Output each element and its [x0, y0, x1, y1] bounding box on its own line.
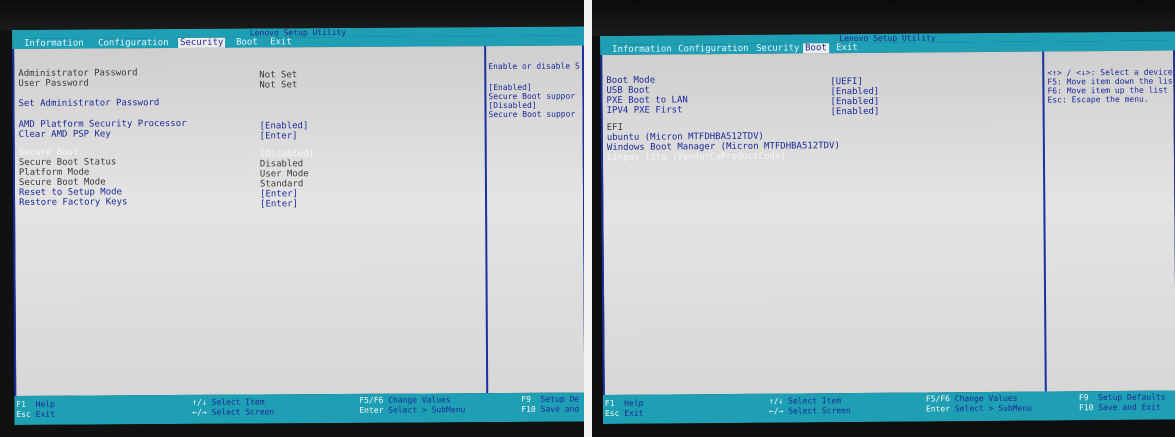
footer-select-item: ↑/↓ Select Item — [192, 397, 265, 407]
secure-boot-mode-label: Secure Boot Mode — [18, 177, 106, 188]
secure-boot-status-value: Disabled — [259, 159, 304, 170]
bios-screen-security: Lenovo Setup Utility Information Configu… — [12, 26, 584, 425]
footer-enter: Enter Select > SubMenu — [925, 403, 1032, 414]
boot-screen-photo: Lenovo Setup Utility Information Configu… — [592, 0, 1175, 437]
admin-password-value: Not Set — [259, 70, 298, 81]
tab-security[interactable]: Security — [178, 37, 226, 48]
platform-mode-label: Platform Mode — [18, 167, 90, 178]
admin-password-label: Administrator Password — [18, 68, 138, 79]
restore-factory-keys-value[interactable]: [Enter] — [260, 199, 298, 209]
set-admin-password-item[interactable]: Set Administrator Password — [18, 98, 159, 109]
amd-psp-value[interactable]: [Enabled] — [260, 121, 309, 131]
restore-factory-keys-item[interactable]: Restore Factory Keys — [19, 197, 127, 208]
help-divider — [1042, 51, 1047, 392]
help-line-4: Esc: Escape the menu. — [1047, 94, 1149, 105]
footer-f9: F9 Setup De — [521, 394, 580, 404]
ipv4-pxe-first-item[interactable]: IPV4 PXE First — [607, 105, 683, 116]
secure-boot-item[interactable]: Secure Boot — [19, 148, 79, 158]
user-password-value: Not Set — [259, 80, 298, 91]
settings-panel: Administrator Password Not Set User Pass… — [12, 45, 584, 396]
reset-to-setup-mode-value[interactable]: [Enter] — [260, 189, 298, 199]
tab-exit[interactable]: Exit — [268, 37, 294, 47]
clear-amd-psp-key-item[interactable]: Clear AMD PSP Key — [19, 129, 111, 140]
reset-to-setup-mode-item[interactable]: Reset to Setup Mode — [19, 187, 122, 198]
footer-f10: F10 Save and — [521, 404, 580, 414]
tab-boot[interactable]: Boot — [803, 43, 829, 54]
usb-boot-value[interactable]: [Enabled] — [830, 87, 879, 97]
help-line-6: Secure Boot suppor — [488, 109, 576, 120]
secure-boot-mode-value: Standard — [259, 179, 304, 190]
security-screen-photo: Lenovo Setup Utility Information Configu… — [0, 0, 584, 437]
bios-screen-boot: Lenovo Setup Utility Information Configu… — [600, 31, 1175, 424]
tab-information[interactable]: Information — [22, 39, 86, 49]
boot-mode-item[interactable]: Boot Mode — [606, 76, 655, 86]
usb-boot-item[interactable]: USB Boot — [606, 86, 649, 96]
tab-exit[interactable]: Exit — [834, 43, 860, 53]
user-password-label: User Password — [18, 78, 89, 89]
key-legend: F1 Help Esc Exit ↑/↓ Select Item ←/→ Sel… — [602, 390, 1175, 424]
laptop-bezel — [592, 0, 1175, 36]
pxe-boot-item[interactable]: PXE Boot to LAN — [606, 95, 687, 106]
tab-boot[interactable]: Boot — [234, 37, 260, 47]
laptop-bezel — [0, 0, 584, 30]
boot-entry-linpus[interactable]: Linpus lite (VendorCoProductCode) — [607, 152, 786, 163]
footer-select-screen: ←/→ Select Screen — [192, 407, 275, 417]
footer-f9: F9 Setup Defaults — [1078, 392, 1166, 403]
amd-psp-item[interactable]: AMD Platform Security Processor — [19, 119, 187, 130]
tab-configuration[interactable]: Configuration — [676, 44, 751, 55]
secure-boot-value[interactable]: [Disabled] — [260, 149, 314, 159]
tab-security[interactable]: Security — [754, 43, 801, 53]
photo-separator — [584, 0, 592, 437]
footer-esc: Esc Exit — [16, 409, 55, 419]
footer-select-screen: ←/→ Select Screen — [768, 406, 851, 416]
platform-mode-value: User Mode — [259, 169, 309, 180]
footer-change-values: F5/F6 Change Values — [359, 395, 451, 405]
footer-f10: F10 Save and Exit — [1078, 402, 1161, 413]
ipv4-pxe-first-value[interactable]: [Enabled] — [831, 107, 880, 117]
help-line-1: Enable or disable S — [488, 61, 580, 72]
footer-esc: Esc Exit — [604, 408, 644, 418]
pxe-boot-value[interactable]: [Enabled] — [830, 97, 879, 107]
footer-f1: F1 Help — [16, 399, 55, 409]
efi-header: EFI — [606, 122, 624, 133]
tab-information[interactable]: Information — [610, 44, 674, 54]
boot-mode-value[interactable]: [UEFI] — [830, 77, 863, 87]
footer-f1: F1 Help — [604, 398, 644, 408]
clear-amd-psp-key-value[interactable]: [Enter] — [260, 131, 298, 141]
secure-boot-status-label: Secure Boot Status — [18, 157, 117, 168]
footer-select-item: ↑/↓ Select Item — [768, 396, 842, 406]
footer-change-values: F5/F6 Change Values — [925, 393, 1018, 404]
tab-configuration[interactable]: Configuration — [96, 38, 171, 48]
settings-panel: Boot Mode [UEFI] USB Boot [Enabled] PXE … — [600, 50, 1175, 395]
footer-enter: Enter Select > SubMenu — [359, 405, 466, 415]
key-legend: F1 Help Esc Exit ↑/↓ Select Item ←/→ Sel… — [14, 392, 584, 425]
